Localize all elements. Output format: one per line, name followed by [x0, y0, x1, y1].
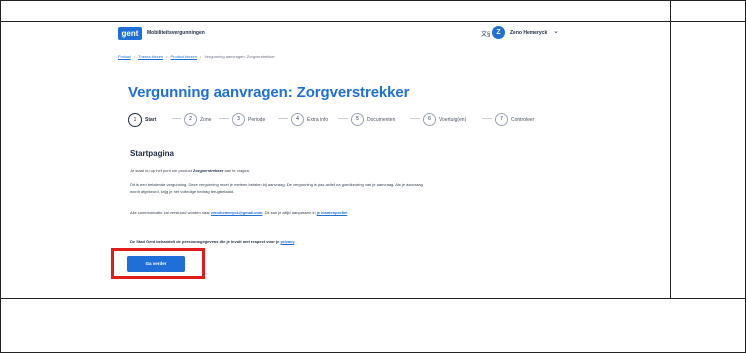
highlight-box [111, 248, 205, 279]
breadcrumb-thema-kiezen[interactable]: Thema kiezen [138, 54, 163, 59]
step-connector [219, 118, 229, 119]
step-connector [338, 118, 348, 119]
step-start[interactable]: 1 Start [128, 111, 157, 127]
step-label: Zone [200, 116, 212, 123]
step-number: 6 [423, 113, 436, 127]
step-zone[interactable]: 2 Zone [184, 111, 212, 127]
intro-text: Je staat nu op het punt om product [130, 168, 193, 173]
step-label: Documenten [367, 116, 396, 123]
step-label: Voertuig(en) [439, 116, 467, 123]
step-number: 1 [128, 112, 142, 127]
email-link[interactable]: zenohemeryck@gmail.com [211, 210, 262, 215]
chevron-down-icon[interactable]: ⌄ [553, 27, 559, 35]
breadcrumb-portaal[interactable]: Portaal [118, 54, 131, 59]
privacy-text-end: . [294, 239, 296, 244]
step-label: Extra info [307, 116, 329, 123]
app-title: Mobiliteitsvergunningen [147, 30, 205, 36]
stepper: 1 Start 2 Zone 3 Periode 4 Extra info 5 Docum… [128, 111, 534, 127]
step-connector [172, 118, 181, 119]
web-page: gent Mobiliteitsvergunningen 文§ Z Zeno H… [100, 24, 660, 284]
step-connector [410, 118, 420, 119]
language-icon[interactable]: 文§ [481, 29, 490, 38]
intro-paragraph: Je staat nu op het punt om product Zorgv… [130, 167, 430, 174]
communication-paragraph: Alle communicatie zal verstuurd worden n… [130, 209, 430, 216]
payment-paragraph: Dit is een betalende vergunning. Deze ve… [130, 182, 423, 194]
privacy-paragraph: De Stad Gent behandelt de persoonsgegeve… [130, 238, 430, 245]
step-number: 2 [184, 113, 197, 127]
privacy-text: De Stad Gent behandelt de persoonsgegeve… [130, 239, 281, 244]
step-controleer[interactable]: 7 Controleer [495, 111, 535, 127]
page-title: Vergunning aanvragen: Zorgverstrekker [128, 84, 410, 101]
step-documenten[interactable]: 5 Documenten [351, 111, 396, 127]
step-number: 5 [351, 113, 364, 127]
frame-divider-bottom [1, 298, 745, 299]
step-connector [482, 118, 492, 119]
step-connector [278, 118, 288, 119]
privacy-link[interactable]: privacy [280, 239, 294, 244]
communication-text: Alle communicatie zal verstuurd worden n… [130, 210, 211, 215]
step-label: Controleer [511, 116, 535, 123]
avatar[interactable]: Z [492, 26, 505, 39]
step-number: 4 [291, 113, 304, 127]
section-title: Startpagina [130, 149, 175, 158]
step-number: 3 [232, 113, 245, 127]
breadcrumb-current: Vergunning aanvragen: Zorgverstrekker [204, 54, 275, 59]
step-label: Periode [248, 116, 266, 123]
step-voertuigen[interactable]: 6 Voertuig(en) [423, 111, 467, 127]
customer-profile-link[interactable]: je klantenprofiel [317, 210, 348, 215]
frame-divider-right [670, 1, 671, 298]
breadcrumb-product-kiezen[interactable]: Product kiezen [171, 54, 197, 59]
step-label: Start [145, 116, 157, 123]
step-periode[interactable]: 3 Periode [232, 111, 266, 127]
breadcrumb: Portaal › Thema kiezen › Product kiezen › Verg… [118, 54, 275, 59]
top-bar: gent Mobiliteitsvergunningen 文§ Z Zeno H… [100, 24, 660, 46]
gent-logo[interactable]: gent [118, 27, 142, 40]
step-extra-info[interactable]: 4 Extra info [291, 111, 329, 127]
communication-text-mid: . Dit kan je altijd aanpassen in [262, 210, 317, 215]
frame-divider-top [1, 21, 745, 22]
step-number: 7 [495, 113, 508, 127]
intro-text-end: aan te vragen. [223, 168, 251, 173]
user-name[interactable]: Zeno Hemeryck [510, 30, 547, 36]
product-name: Zorgverstrekker [192, 168, 224, 173]
communication-text-end: . [347, 210, 349, 215]
